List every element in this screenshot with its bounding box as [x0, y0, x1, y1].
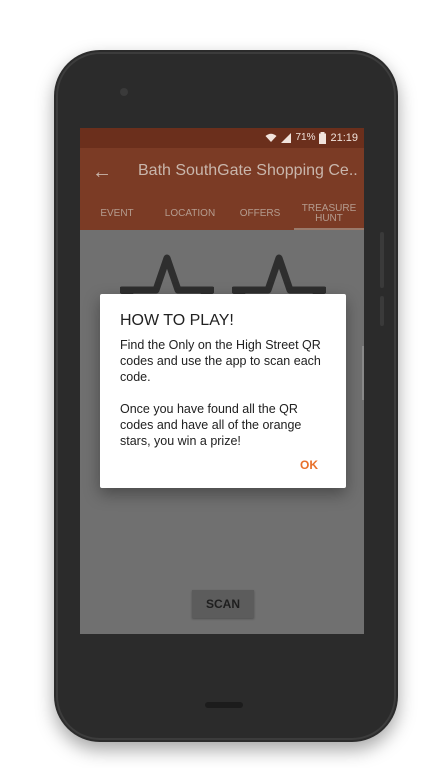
tab-offers[interactable]: OFFERS [226, 198, 294, 230]
tab-label: EVENT [100, 208, 134, 219]
power-button [380, 296, 384, 326]
tab-label: LOCATION [164, 208, 216, 219]
battery-icon [319, 132, 327, 144]
tab-treasure-hunt[interactable]: TREASURE HUNT [294, 198, 364, 230]
dialog-body: Find the Only on the High Street QR code… [120, 337, 334, 465]
status-indicators: 71% 21:19 [265, 131, 358, 145]
dialog-paragraph: Once you have found all the QR codes and… [120, 402, 302, 448]
scan-button[interactable]: SCAN [192, 590, 254, 618]
signal-icon [281, 133, 292, 143]
tab-event[interactable]: EVENT [80, 198, 154, 230]
status-bar: 71% 21:19 [80, 128, 364, 148]
arrow-left-icon[interactable]: ← [92, 161, 112, 183]
dialog-title: HOW TO PLAY! [120, 312, 234, 329]
volume-button [380, 232, 384, 288]
tab-location[interactable]: LOCATION [154, 198, 226, 230]
how-to-play-dialog: HOW TO PLAY! Find the Only on the High S… [100, 294, 346, 488]
page-title: Bath SouthGate Shopping Ce... [138, 162, 358, 179]
bottom-speaker [205, 702, 243, 708]
ok-button[interactable]: OK [300, 458, 318, 472]
tab-bar: EVENT LOCATION OFFERS TREASURE HUNT [80, 198, 364, 230]
tab-label: TREASURE HUNT [301, 203, 357, 224]
scrollbar[interactable] [362, 346, 364, 400]
battery-percent: 71% [295, 132, 316, 143]
status-time: 21:19 [330, 132, 358, 144]
dialog-paragraph: Find the Only on the High Street QR code… [120, 338, 321, 384]
wifi-icon [265, 133, 277, 142]
front-camera [120, 88, 128, 96]
app-bar: ← Bath SouthGate Shopping Ce... [80, 148, 364, 198]
tab-label: OFFERS [239, 208, 281, 219]
